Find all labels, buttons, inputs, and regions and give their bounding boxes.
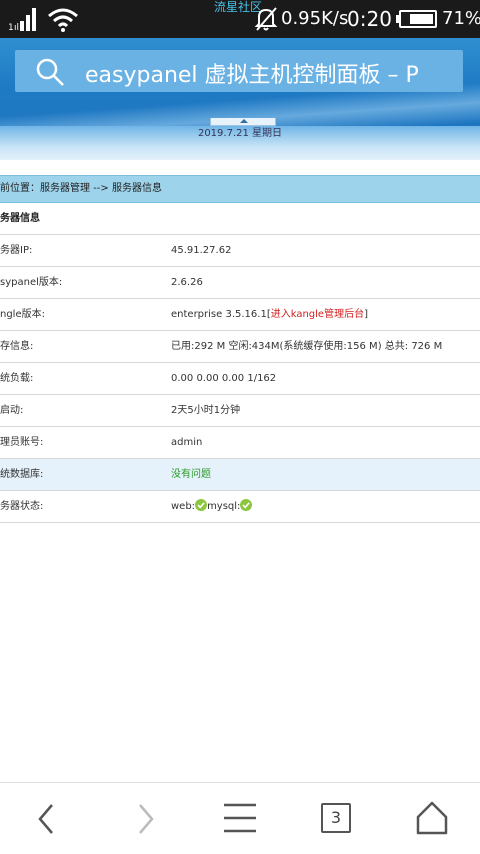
table-row: 统数据库: 没有问题 [0,459,480,491]
row-label: 存信息: [0,341,34,352]
row-value: 2天5小时1分钟 [171,405,241,416]
database-status: 没有问题 [171,469,211,480]
address-bar-text: easypanel 虚拟主机控制面板 – P [85,63,419,88]
table-row: 务器状态: web: mysql: [0,491,480,523]
mysql-ok-check-icon [240,499,253,511]
tabs-button[interactable]: 3 [321,803,351,833]
row-value: 0.00 0.00 0.00 1/162 [171,373,277,384]
link-bracket-close: ] [364,309,368,320]
signal-icon: 1 ıl [8,8,36,32]
row-value: 2.6.26 [171,277,203,288]
tab-count: 3 [321,803,351,833]
table-row: sypanel版本: 2.6.26 [0,267,480,299]
web-ok-check-icon [195,499,208,511]
breadcrumb: 前位置：服务器管理 --> 服务器信息 [0,175,480,203]
clock: 0:20 [347,7,392,31]
web-status-label: web: [171,501,196,512]
row-label: 统负载: [0,373,34,384]
table-row: 统负载: 0.00 0.00 0.00 1/162 [0,363,480,395]
browser-bottom-nav: 3 [0,782,480,854]
mysql-status-label: mysql: [207,501,241,512]
row-label: 启动: [0,405,24,416]
service-status-group: web: mysql: [171,491,253,522]
row-value: 已用:292 M 空闲:434M(系统缓存使用:156 M) 总共: 726 M [171,341,443,352]
row-label: 理员账号: [0,437,44,448]
home-icon [416,801,448,835]
server-info-table: 务器信息 务器IP: 45.91.27.62 sypanel版本: 2.6.26… [0,203,480,523]
menu-button[interactable] [216,797,264,841]
table-row: 理员账号: admin [0,427,480,459]
svg-text:1: 1 [8,23,14,32]
row-value: admin [171,437,203,448]
svg-text:ıl: ıl [14,23,19,32]
row-label: 务器IP: [0,245,33,256]
page-header: easypanel 虚拟主机控制面板 – P 2019.7.21 星期日 [0,38,480,160]
home-button[interactable] [408,797,456,841]
chevron-right-icon [139,804,154,834]
forward-button[interactable] [120,797,168,841]
row-label: sypanel版本: [0,277,63,288]
table-row: 存信息: 已用:292 M 空闲:434M(系统缓存使用:156 M) 总共: … [0,331,480,363]
status-bar: 1 ıl 流星社区 0.95K/s 0:20 71% [0,0,480,38]
kangle-version: enterprise 3.5.16.1 [171,309,267,320]
menu-icon [224,803,256,833]
chevron-up-icon [240,119,248,123]
table-title: 务器信息 [0,213,40,224]
table-row: 启动: 2天5小时1分钟 [0,395,480,427]
table-row: 务器IP: 45.91.27.62 [0,235,480,267]
net-speed: 0.95K/s [281,8,349,29]
battery-icon [396,10,437,28]
wifi-icon [48,8,78,32]
row-value: 45.91.27.62 [171,245,232,256]
row-label: ngle版本: [0,309,45,320]
chevron-left-icon [38,804,53,834]
table-row: ngle版本: enterprise 3.5.16.1[进入kangle管理后台… [0,299,480,331]
table-title-row: 务器信息 [0,203,480,235]
search-icon [36,58,64,86]
header-date: 2019.7.21 星期日 [197,128,283,139]
row-label: 统数据库: [0,469,44,480]
collapse-header-button[interactable] [210,118,276,126]
back-button[interactable] [24,797,72,841]
kangle-admin-link[interactable]: 进入kangle管理后台 [271,309,364,320]
battery-percent: 71% [442,8,480,29]
row-label: 务器状态: [0,501,44,512]
address-bar[interactable]: easypanel 虚拟主机控制面板 – P [15,50,463,92]
row-value-group: enterprise 3.5.16.1[进入kangle管理后台] [171,299,368,330]
muted-bell-icon [254,7,278,31]
